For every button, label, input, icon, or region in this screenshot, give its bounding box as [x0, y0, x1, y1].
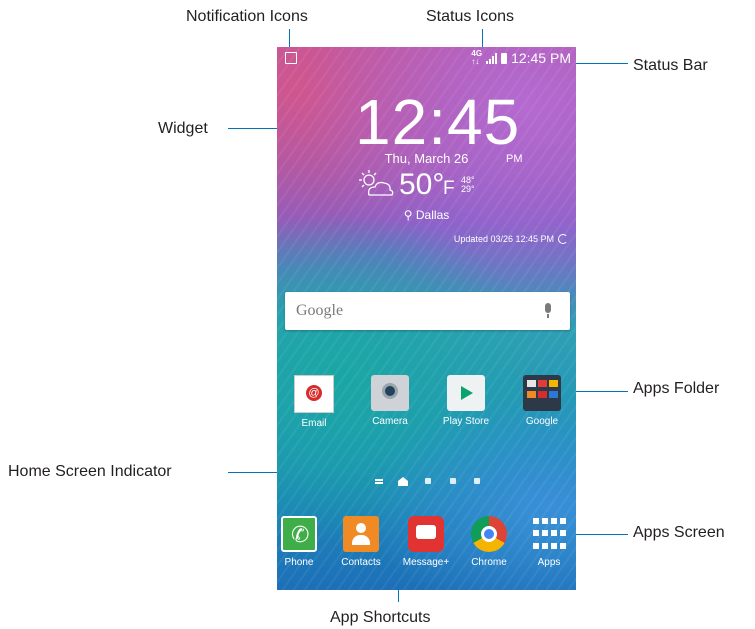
- shortcut-label-phone: Phone: [284, 557, 314, 568]
- shortcut-label-contacts: Contacts: [341, 557, 381, 568]
- home-page-indicator: [398, 477, 408, 486]
- lte-icon: 4G ↑↓: [471, 49, 483, 66]
- apps-screen-button[interactable]: Apps: [520, 516, 576, 568]
- widget-temperature: 50°: [399, 168, 445, 201]
- widget-low: 29°: [461, 184, 475, 194]
- status-icons: 4G ↑↓ 12:45 PM: [471, 49, 571, 67]
- google-search-bar[interactable]: Google: [285, 292, 570, 330]
- apps-screen-callout: Apps Screen: [633, 524, 725, 541]
- status-time: 12:45 PM: [511, 50, 571, 66]
- app-folder-google[interactable]: Google: [506, 375, 576, 427]
- message-icon: [408, 516, 444, 552]
- app-label-google: Google: [525, 416, 559, 427]
- status-bar-line: [576, 63, 628, 64]
- signal-icon: [486, 52, 498, 64]
- app-play-store[interactable]: Play Store: [430, 375, 502, 427]
- status-bar: 4G ↑↓ 12:45 PM: [277, 47, 576, 69]
- notification-icons-callout: Notification Icons: [186, 8, 308, 25]
- shortcut-label-apps: Apps: [537, 557, 561, 568]
- app-label-camera: Camera: [372, 416, 408, 427]
- page-dot: [450, 478, 456, 484]
- email-icon: [294, 375, 334, 413]
- chrome-icon: [471, 516, 507, 552]
- status-bar-callout: Status Bar: [633, 57, 708, 74]
- location-pin-icon: ⚲: [403, 208, 413, 222]
- app-label-email: Email: [301, 418, 327, 429]
- contacts-icon: [343, 516, 379, 552]
- status-icons-line: [482, 29, 483, 49]
- home-screen-indicator[interactable]: [277, 477, 576, 488]
- widget-unit: F: [443, 178, 455, 199]
- home-screen-indicator-callout: Home Screen Indicator: [8, 463, 172, 480]
- gallery-notification-icon[interactable]: [285, 52, 297, 64]
- shortcut-contacts[interactable]: Contacts: [332, 516, 390, 568]
- app-camera[interactable]: Camera: [354, 375, 426, 427]
- shortcut-label-chrome: Chrome: [471, 557, 507, 568]
- apps-folder-icon: [523, 375, 561, 411]
- widget-location: ⚲ Dallas: [277, 208, 576, 222]
- widget-date: Thu, March 26: [384, 151, 469, 166]
- app-shortcuts-callout: App Shortcuts: [330, 609, 431, 626]
- refresh-icon[interactable]: [558, 234, 568, 244]
- widget-hilo: 48° 29°: [461, 176, 475, 194]
- app-shortcuts-dock: Phone Contacts Message+ Chrome Apps: [277, 508, 576, 583]
- camera-icon: [371, 375, 409, 411]
- widget-updated: Updated 03/26 12:45 PM: [454, 234, 568, 244]
- home-screen: 4G ↑↓ 12:45 PM 12:45 PM Thu, March 26 50°: [277, 47, 576, 590]
- search-placeholder: Google: [296, 302, 344, 319]
- shortcut-phone[interactable]: Phone: [277, 516, 328, 568]
- widget-clock: 12:45: [355, 86, 521, 158]
- battery-icon: [501, 52, 508, 64]
- widget-callout: Widget: [158, 120, 208, 137]
- widget-updated-text: Updated 03/26 12:45 PM: [453, 234, 554, 244]
- apps-grid-icon: [532, 516, 566, 552]
- widget-location-text: Dallas: [415, 208, 450, 222]
- shortcut-message[interactable]: Message+: [395, 516, 457, 568]
- play-store-icon: [447, 375, 485, 411]
- partly-sunny-icon: [359, 170, 394, 196]
- phone-icon: [281, 516, 317, 552]
- apps-folder-callout: Apps Folder: [633, 380, 720, 397]
- page-dot: [474, 478, 480, 484]
- microphone-icon[interactable]: [545, 303, 551, 318]
- status-icons-callout: Status Icons: [426, 8, 515, 25]
- menu-page-indicator: [375, 479, 383, 481]
- app-label-play-store: Play Store: [442, 416, 490, 427]
- shortcut-chrome[interactable]: Chrome: [460, 516, 518, 568]
- shortcut-label-message: Message+: [402, 557, 450, 568]
- app-email[interactable]: Email: [278, 375, 350, 429]
- page-dot: [425, 478, 431, 484]
